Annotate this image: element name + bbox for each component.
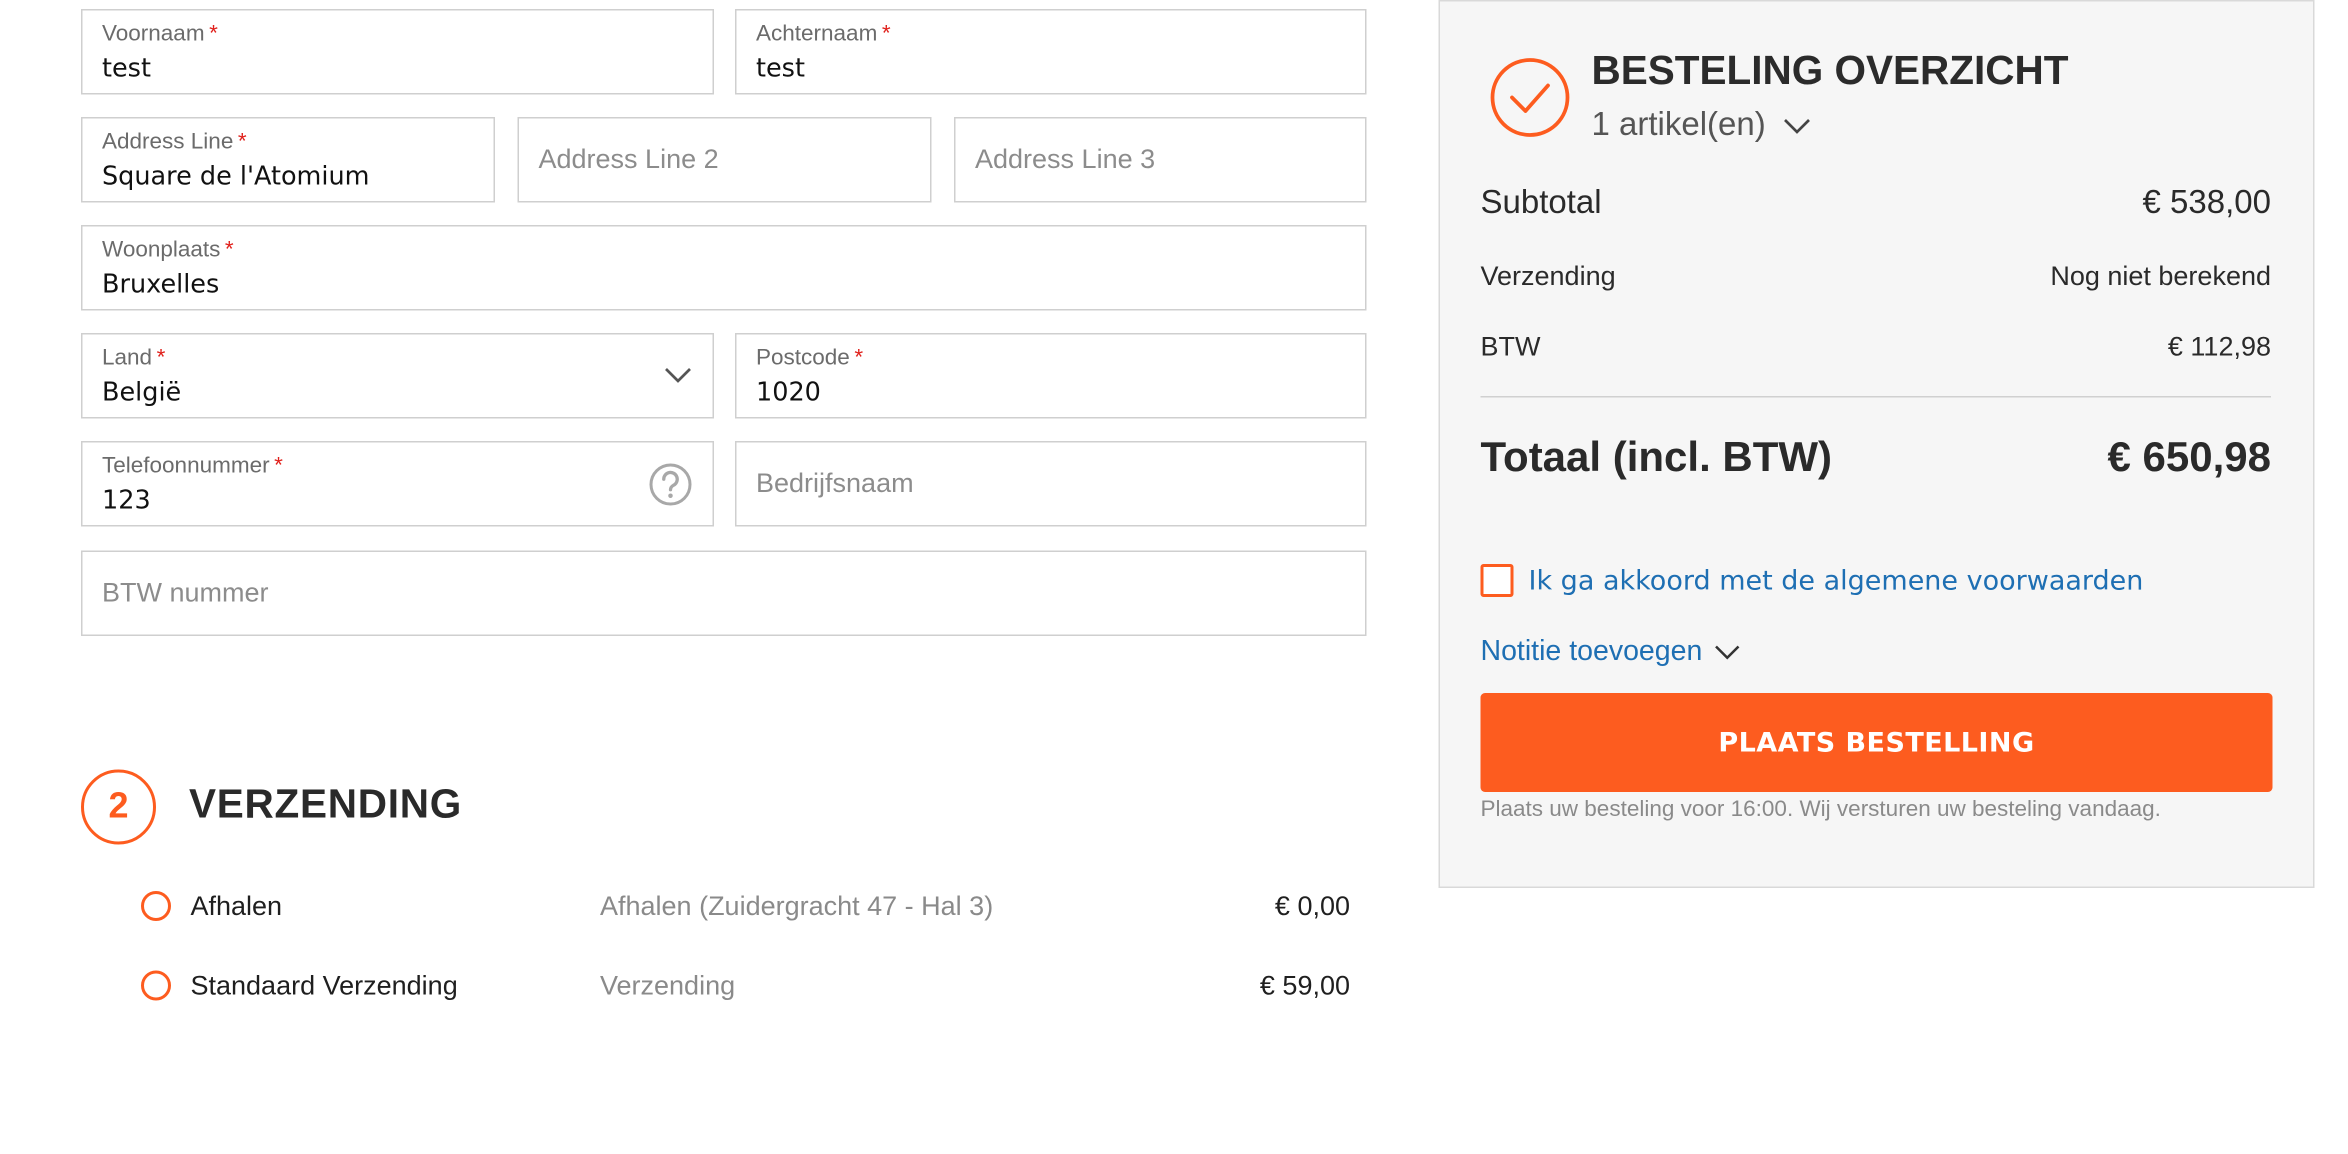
postcode-label: Postcode * [756,345,864,371]
city-label: Woonplaats * [102,237,234,263]
order-cutoff-note: Plaats uw besteling voor 16:00. Wij vers… [1480,796,2161,823]
company-field[interactable]: Bedrijfsnaam [735,441,1367,527]
vat-number-field[interactable]: BTW nummer [81,550,1367,636]
chevron-down-icon [1714,636,1740,669]
address-line-3-field[interactable]: Address Line 3 [954,117,1367,203]
phone-field[interactable]: Telefoonnummer * 123 [81,441,714,527]
chevron-down-icon [1784,105,1811,144]
postcode-value: 1020 [756,378,821,408]
summary-divider [1480,396,2271,398]
shipping-option-price: € 0,00 [1274,891,1350,921]
step-number-badge: 2 [81,769,156,845]
address-line-2-placeholder: Address Line 2 [538,144,719,174]
city-field[interactable]: Woonplaats * Bruxelles [81,225,1367,311]
item-count-toggle[interactable]: 1 artikel(en) [1592,105,1811,144]
lastname-field[interactable]: Achternaam * test [735,9,1367,95]
item-count-label: 1 artikel(en) [1591,105,1766,143]
shipping-option-description: Verzending [600,970,736,1001]
shipping-option-name: Standaard Verzending [190,970,458,1001]
vat-value: € 112,98 [2167,331,2271,362]
shipping-cost-row: Verzending Nog niet berekend [1481,261,2272,293]
check-circle-icon [1490,57,1571,138]
checkout-page: Voornaam * test Achternaam * test Address … [0,0,2348,1154]
standard-shipping-radio[interactable] [141,970,171,1001]
total-row: Totaal (incl. BTW) € 650,98 [1481,434,2272,482]
subtotal-row: Subtotal € 538,00 [1481,183,2272,222]
shipping-section-title: VERZENDING [189,781,463,827]
chevron-down-icon [665,365,692,392]
firstname-field[interactable]: Voornaam * test [81,9,714,95]
address-line-3-placeholder: Address Line 3 [975,144,1156,174]
phone-label: Telefoonnummer * [102,453,283,479]
question-circle-icon[interactable] [648,462,693,515]
phone-value: 123 [102,486,151,516]
country-value: België [102,378,182,408]
address-line-2-field[interactable]: Address Line 2 [517,117,932,203]
vat-label: BTW [1480,331,1541,362]
firstname-label: Voornaam * [102,21,218,47]
add-note-link[interactable]: Notitie toevoegen [1481,636,1740,669]
shipping-option-name: Afhalen [190,891,283,921]
subtotal-label: Subtotal [1480,183,1602,221]
address-line-1-value: Square de l'Atomium [102,162,370,192]
city-value: Bruxelles [102,270,220,300]
vat-row: BTW € 112,98 [1481,332,2272,364]
shipping-option-pickup[interactable]: Afhalen Afhalen (Zuidergracht 47 - Hal 3… [141,891,1350,930]
shipping-cost-value: Nog niet berekend [2050,261,2271,291]
lastname-value: test [756,54,805,84]
place-order-button[interactable]: PLAATS BESTELLING [1480,693,2273,792]
vat-number-placeholder: BTW nummer [102,577,269,608]
shipping-option-standard[interactable]: Standaard Verzending Verzending € 59,00 [141,970,1350,1010]
country-label: Land * [102,345,166,371]
terms-checkbox[interactable] [1480,564,1514,597]
order-summary-title: BESTELING OVERZICHT [1591,48,2069,93]
lastname-label: Achternaam * [756,21,891,47]
shipping-option-description: Afhalen (Zuidergracht 47 - Hal 3) [600,891,994,921]
firstname-value: test [102,54,151,84]
country-select[interactable]: Land * België [81,333,714,419]
address-line-1-field[interactable]: Address Line * Square de l'Atomium [81,117,495,203]
shipping-option-price: € 59,00 [1259,970,1350,1001]
company-placeholder: Bedrijfsnaam [756,468,914,498]
total-value: € 650,98 [2107,433,2272,481]
add-note-label: Notitie toevoegen [1480,636,1703,668]
subtotal-value: € 538,00 [2142,183,2271,221]
shipping-cost-label: Verzending [1480,261,1616,291]
total-label: Totaal (incl. BTW) [1480,433,1833,481]
pickup-radio[interactable] [141,891,171,921]
postcode-field[interactable]: Postcode * 1020 [735,333,1367,419]
address-line-1-label: Address Line * [102,129,247,155]
terms-link[interactable]: Ik ga akkoord met de algemene voorwaarde… [1529,566,2144,598]
